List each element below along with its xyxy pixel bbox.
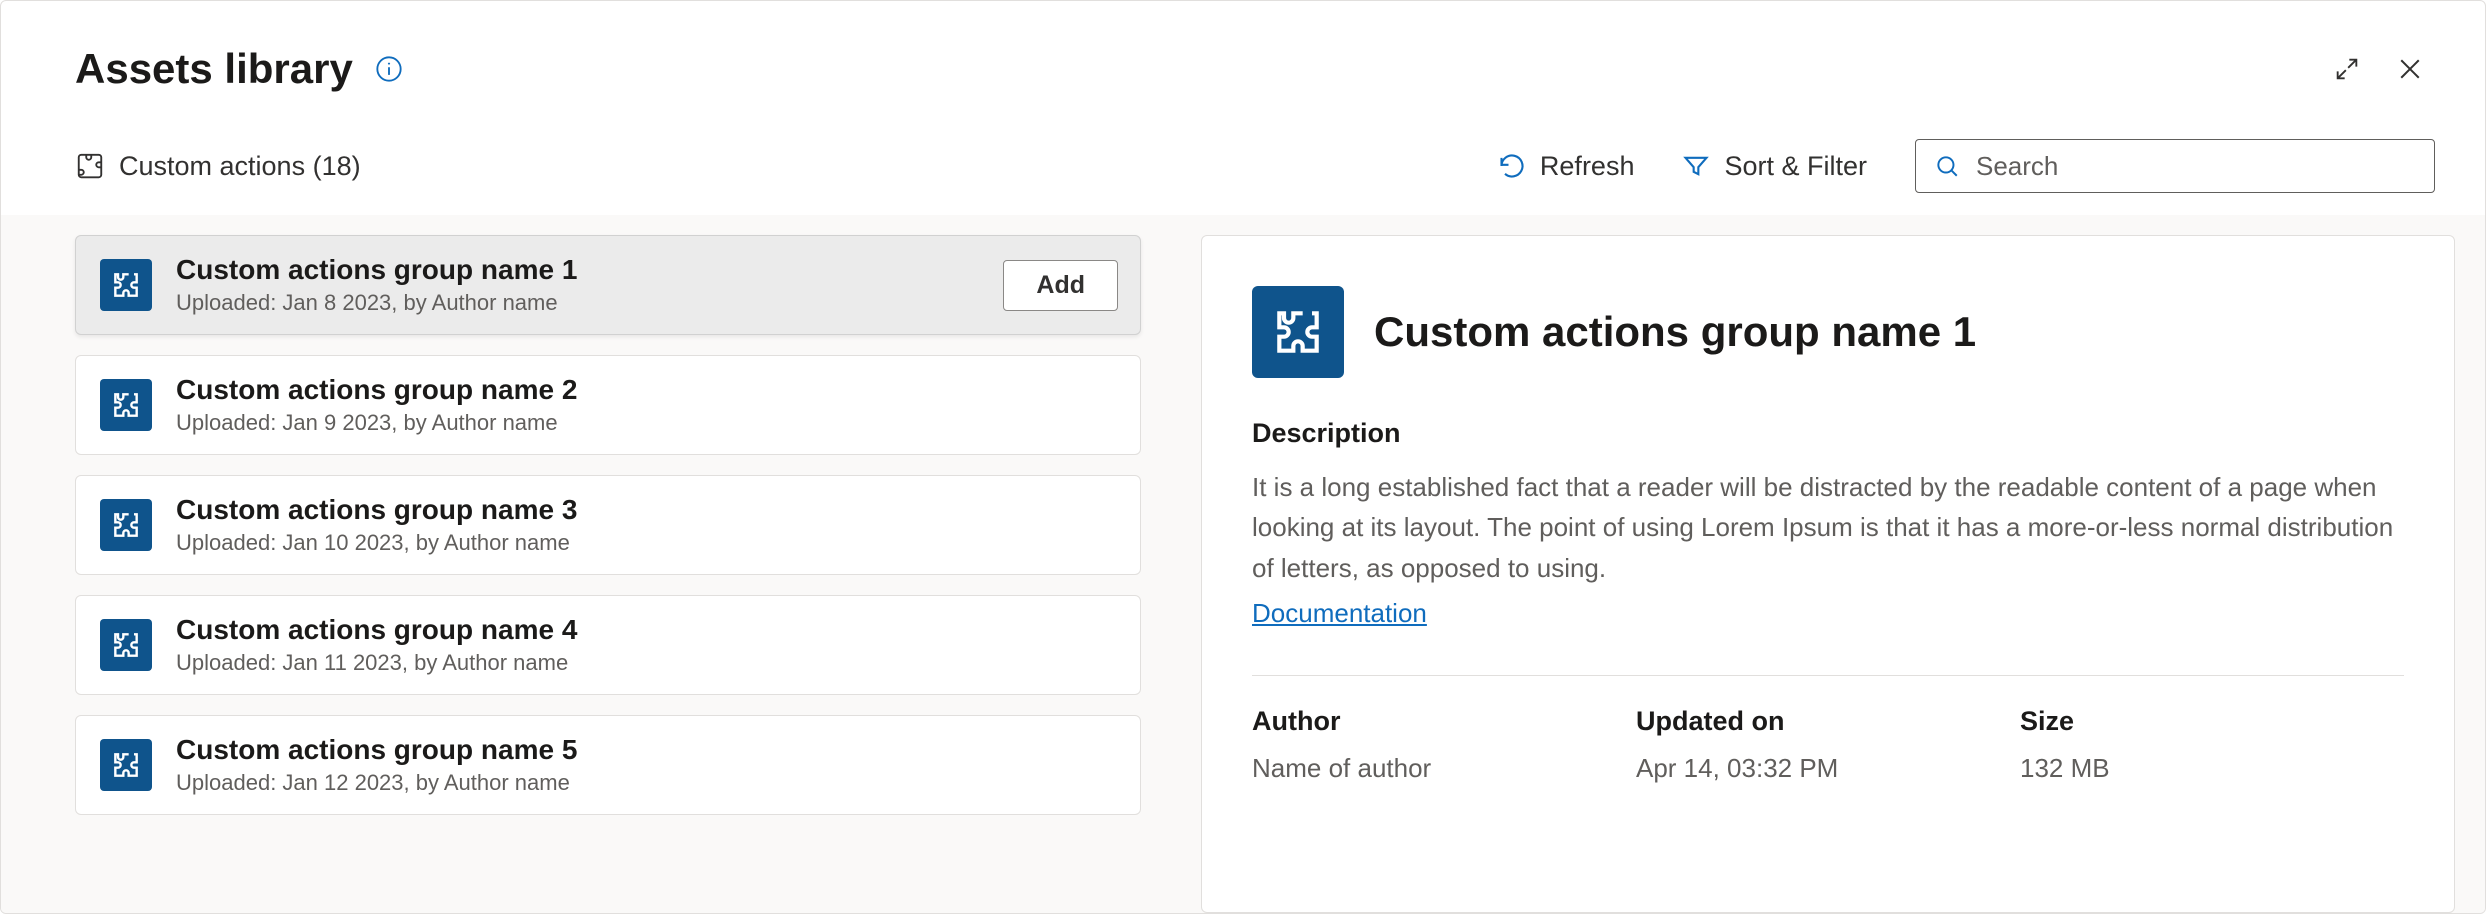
meta-author: Author Name of author [1252, 706, 1636, 784]
refresh-label: Refresh [1540, 151, 1635, 182]
search-box[interactable] [1915, 139, 2435, 193]
search-input[interactable] [1976, 151, 2416, 182]
meta-row: Author Name of author Updated on Apr 14,… [1252, 706, 2404, 784]
content-area: Custom actions group name 1 Uploaded: Ja… [1, 215, 2485, 913]
refresh-icon [1498, 152, 1526, 180]
list-item-title: Custom actions group name 2 [176, 374, 1118, 406]
detail-pane: Custom actions group name 1 Description … [1201, 235, 2455, 913]
sort-filter-label: Sort & Filter [1724, 151, 1867, 182]
list-item-subtitle: Uploaded: Jan 11 2023, by Author name [176, 650, 1118, 676]
list-item-text: Custom actions group name 5 Uploaded: Ja… [176, 734, 1118, 796]
detail-header: Custom actions group name 1 [1252, 286, 2404, 378]
list-pane: Custom actions group name 1 Uploaded: Ja… [1, 215, 1171, 913]
description-text: It is a long established fact that a rea… [1252, 467, 2404, 588]
updated-label: Updated on [1636, 706, 2020, 737]
refresh-button[interactable]: Refresh [1498, 151, 1635, 182]
divider [1252, 675, 2404, 676]
puzzle-icon [100, 379, 152, 431]
list-item-text: Custom actions group name 1 Uploaded: Ja… [176, 254, 1003, 316]
toolbar: Custom actions (18) Refresh Sort & Filte… [1, 93, 2485, 215]
filter-icon [1682, 152, 1710, 180]
list-item[interactable]: Custom actions group name 3 Uploaded: Ja… [75, 475, 1141, 575]
puzzle-icon [1252, 286, 1344, 378]
page-title: Assets library [75, 45, 353, 93]
list-item-subtitle: Uploaded: Jan 9 2023, by Author name [176, 410, 1118, 436]
puzzle-icon [75, 151, 105, 181]
close-icon[interactable] [2395, 54, 2425, 84]
size-value: 132 MB [2020, 753, 2404, 784]
puzzle-icon [100, 499, 152, 551]
list-item-title: Custom actions group name 3 [176, 494, 1118, 526]
list-item-subtitle: Uploaded: Jan 10 2023, by Author name [176, 530, 1118, 556]
tab-label: Custom actions (18) [119, 151, 361, 182]
list-item-title: Custom actions group name 1 [176, 254, 1003, 286]
search-icon [1934, 153, 1960, 179]
list-item[interactable]: Custom actions group name 1 Uploaded: Ja… [75, 235, 1141, 335]
panel-header: Assets library [1, 1, 2485, 93]
list-item-title: Custom actions group name 5 [176, 734, 1118, 766]
puzzle-icon [100, 259, 152, 311]
info-icon[interactable] [375, 55, 403, 83]
list-item-text: Custom actions group name 3 Uploaded: Ja… [176, 494, 1118, 556]
documentation-link[interactable]: Documentation [1252, 598, 1427, 628]
list-item-title: Custom actions group name 4 [176, 614, 1118, 646]
puzzle-icon [100, 619, 152, 671]
list-item[interactable]: Custom actions group name 5 Uploaded: Ja… [75, 715, 1141, 815]
list-item[interactable]: Custom actions group name 2 Uploaded: Ja… [75, 355, 1141, 455]
detail-title: Custom actions group name 1 [1374, 308, 1976, 356]
add-button[interactable]: Add [1003, 260, 1118, 311]
list-item-text: Custom actions group name 2 Uploaded: Ja… [176, 374, 1118, 436]
assets-library-panel: Assets library [0, 0, 2486, 914]
meta-updated: Updated on Apr 14, 03:32 PM [1636, 706, 2020, 784]
meta-size: Size 132 MB [2020, 706, 2404, 784]
tab-custom-actions[interactable]: Custom actions (18) [75, 151, 361, 182]
description-label: Description [1252, 418, 2404, 449]
list-item-text: Custom actions group name 4 Uploaded: Ja… [176, 614, 1118, 676]
expand-icon[interactable] [2333, 55, 2361, 83]
author-label: Author [1252, 706, 1636, 737]
author-value: Name of author [1252, 753, 1636, 784]
size-label: Size [2020, 706, 2404, 737]
sort-filter-button[interactable]: Sort & Filter [1682, 151, 1867, 182]
list-item-subtitle: Uploaded: Jan 8 2023, by Author name [176, 290, 1003, 316]
puzzle-icon [100, 739, 152, 791]
list-item-subtitle: Uploaded: Jan 12 2023, by Author name [176, 770, 1118, 796]
list-item[interactable]: Custom actions group name 4 Uploaded: Ja… [75, 595, 1141, 695]
updated-value: Apr 14, 03:32 PM [1636, 753, 2020, 784]
